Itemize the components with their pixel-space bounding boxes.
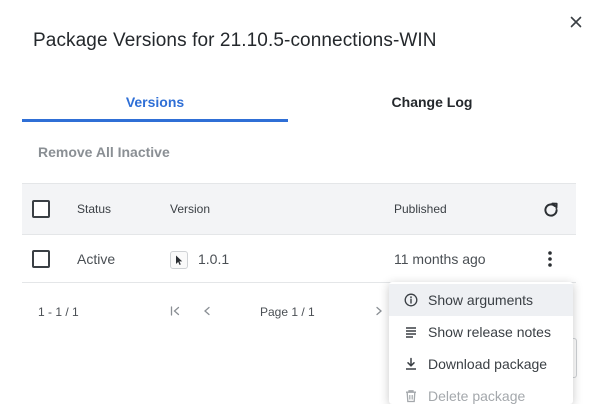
select-all-checkbox[interactable] — [32, 200, 50, 218]
remove-all-inactive-button[interactable]: Remove All Inactive — [38, 144, 170, 160]
column-header-version[interactable]: Version — [170, 202, 210, 216]
menu-item-show-release-notes[interactable]: Show release notes — [389, 316, 573, 348]
column-header-published[interactable]: Published — [394, 202, 447, 216]
menu-item-label: Delete package — [428, 388, 526, 404]
partial-button-edge — [573, 338, 577, 378]
tab-versions[interactable]: Versions — [22, 86, 288, 122]
status-cell: Active — [77, 251, 116, 267]
refresh-icon[interactable] — [542, 201, 560, 219]
menu-item-show-arguments[interactable]: Show arguments — [389, 284, 573, 316]
menu-item-download-package[interactable]: Download package — [389, 348, 573, 380]
row-checkbox[interactable] — [32, 250, 50, 268]
previous-page-icon[interactable] — [200, 303, 214, 319]
info-icon — [404, 293, 418, 307]
versions-table: Status Version Published Active 1.0.1 11… — [22, 183, 576, 283]
pagination-range: 1 - 1 / 1 — [38, 305, 79, 319]
download-icon — [404, 357, 418, 371]
column-header-status[interactable]: Status — [77, 202, 111, 216]
more-options-icon[interactable] — [543, 249, 557, 269]
tab-bar: Versions Change Log — [22, 86, 576, 122]
table-row[interactable]: Active 1.0.1 11 months ago — [22, 235, 576, 283]
next-page-icon[interactable] — [372, 303, 386, 319]
tab-change-log[interactable]: Change Log — [288, 86, 576, 122]
trash-icon — [404, 389, 418, 403]
menu-item-label: Download package — [428, 356, 548, 372]
menu-item-label: Show release notes — [428, 324, 551, 340]
table-header: Status Version Published — [22, 183, 576, 235]
first-page-icon[interactable] — [168, 303, 182, 319]
pointer-icon — [170, 251, 188, 269]
row-context-menu: Show arguments Show release notes Downlo… — [389, 282, 573, 404]
published-cell: 11 months ago — [394, 251, 486, 267]
page-indicator: Page 1 / 1 — [260, 305, 315, 319]
notes-icon — [404, 325, 418, 339]
menu-item-label: Show arguments — [428, 292, 534, 308]
dialog-title: Package Versions for 21.10.5-connections… — [33, 30, 437, 51]
menu-item-delete-package[interactable]: Delete package — [389, 380, 573, 404]
version-cell: 1.0.1 — [198, 251, 230, 267]
close-icon[interactable] — [568, 14, 584, 30]
